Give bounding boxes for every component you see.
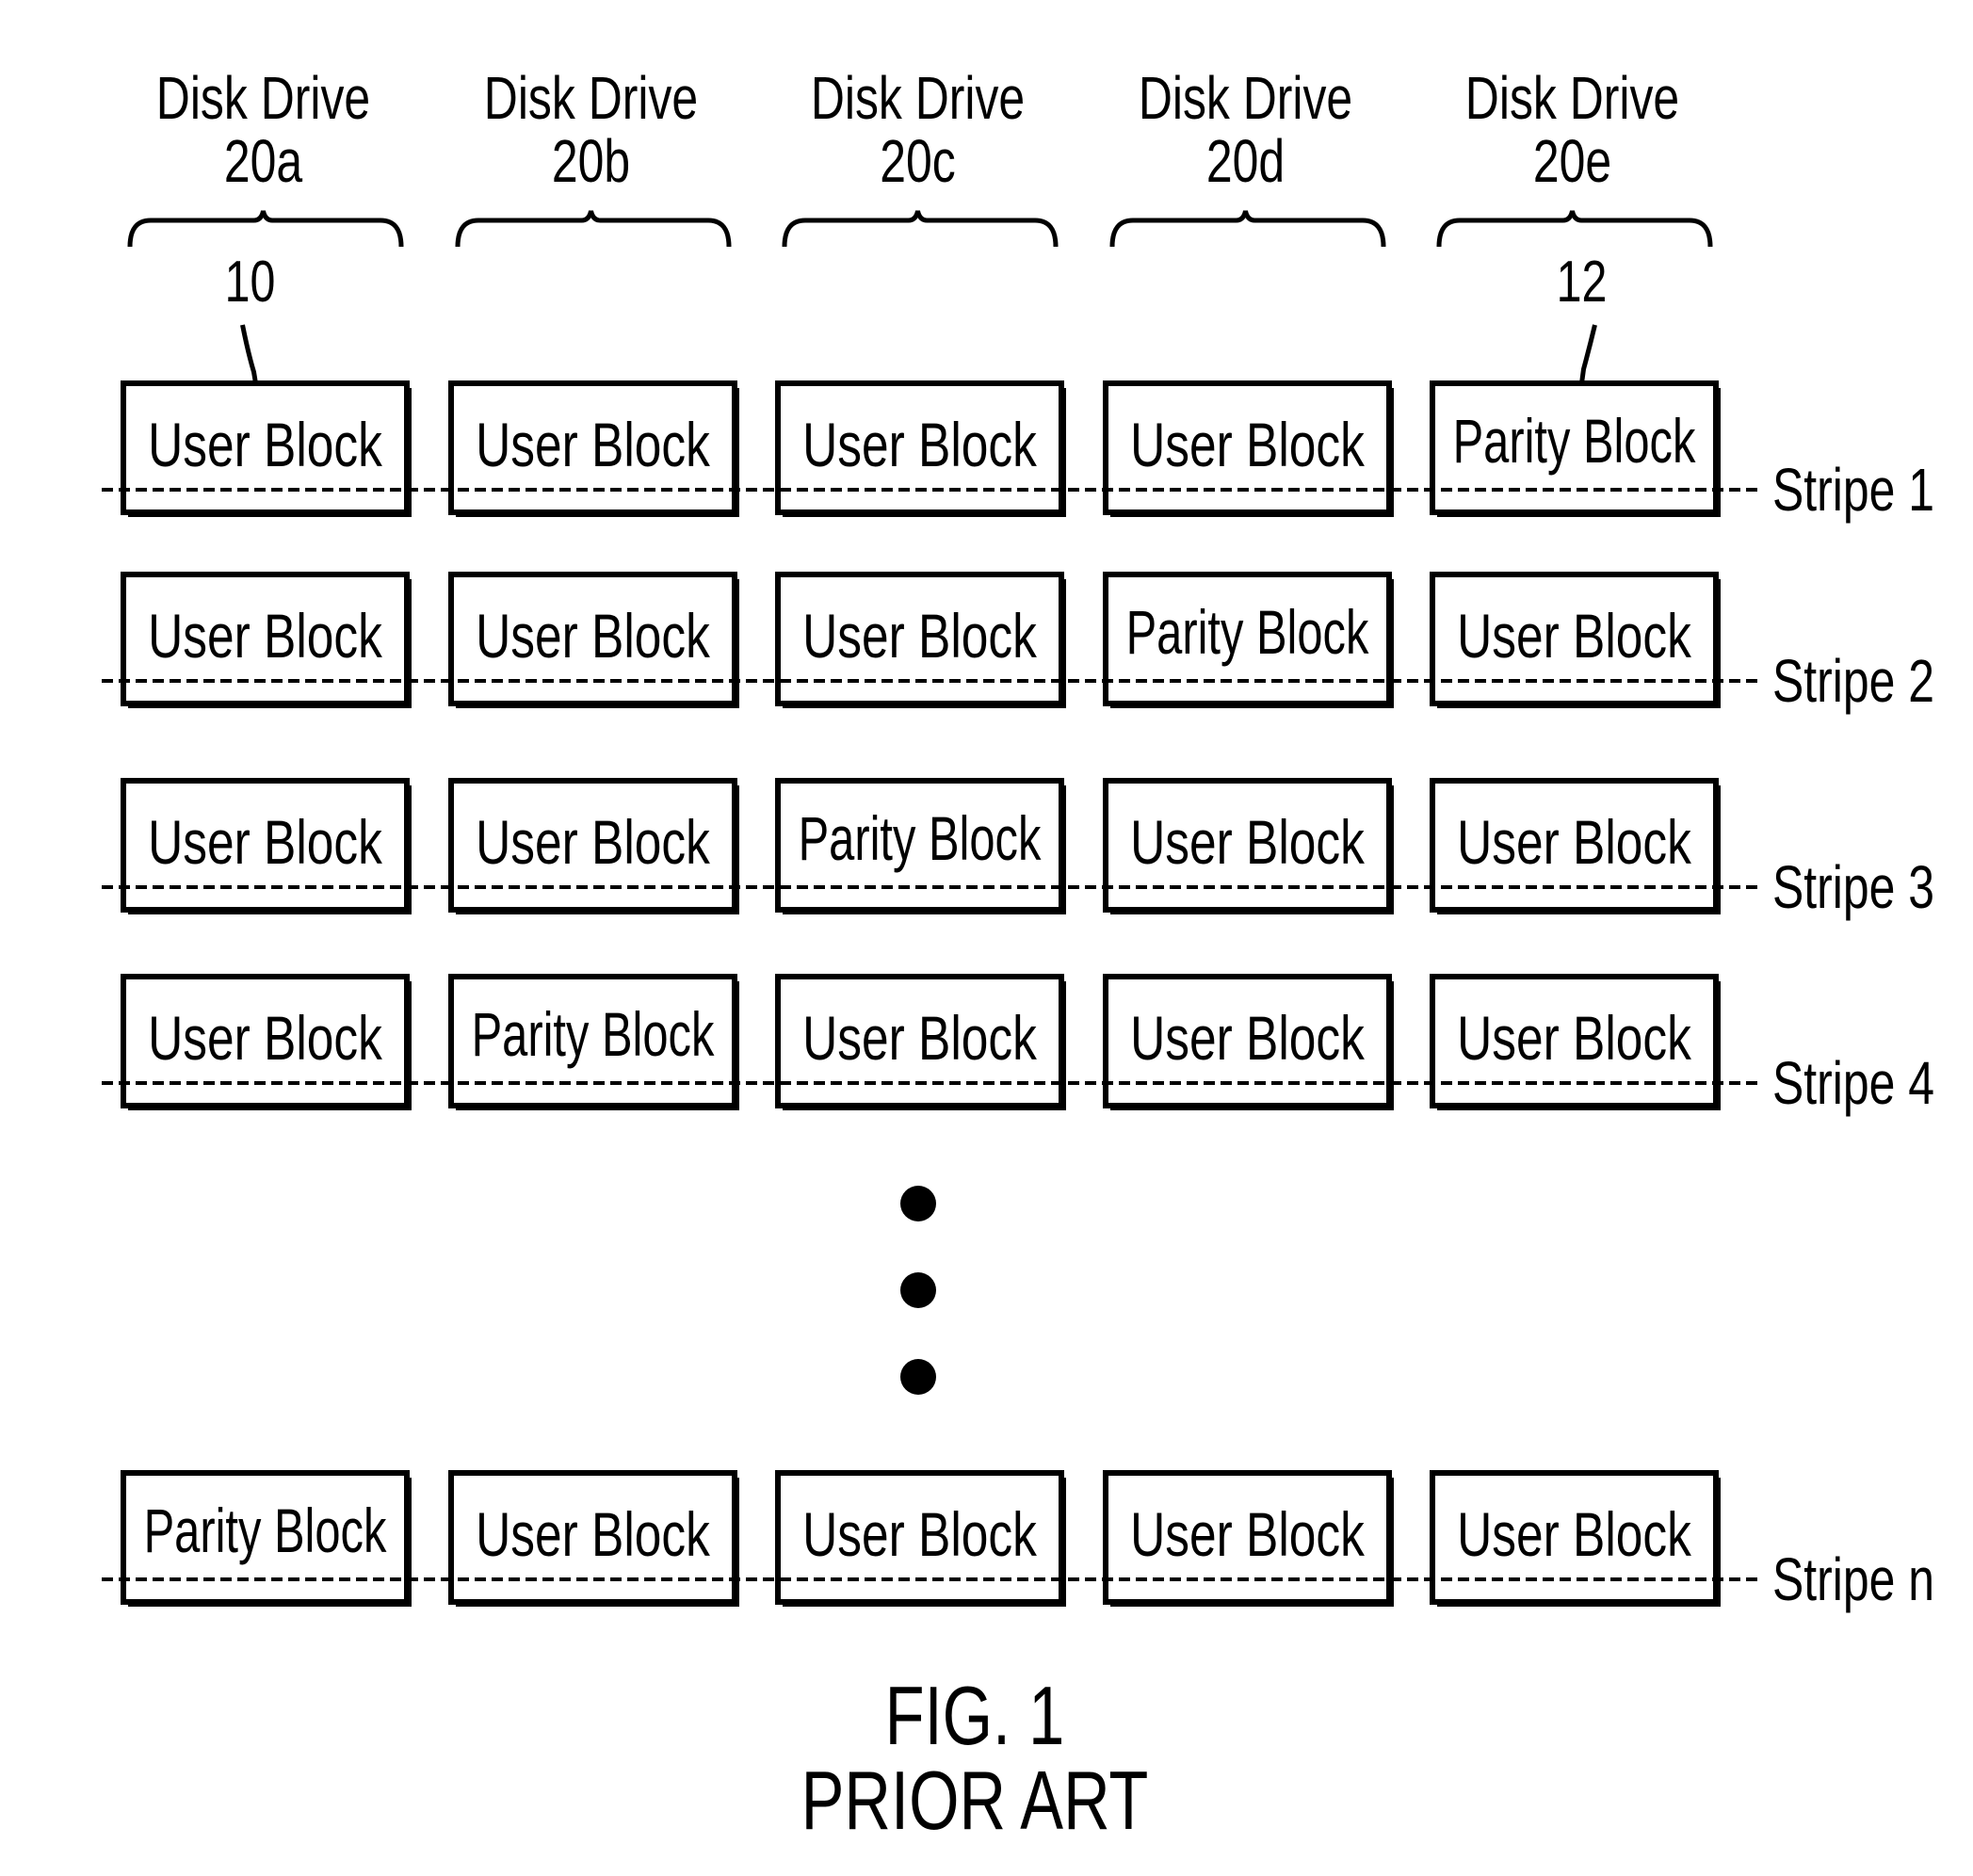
block-label: User Block — [802, 1003, 1037, 1074]
drive-header: Disk Drive20b — [455, 65, 732, 248]
leader-line — [240, 324, 258, 384]
block-label: User Block — [476, 1499, 710, 1570]
block-label: User Block — [1130, 410, 1365, 480]
stripe-label: Stripe n — [1772, 1546, 1934, 1613]
parity-block: Parity Block — [121, 1470, 412, 1607]
block-label: User Block — [1130, 1499, 1365, 1570]
drive-id: 20d — [1206, 128, 1285, 195]
block-label: User Block — [1130, 1003, 1365, 1074]
raid-stripe-diagram: Disk Drive20aDisk Drive20bDisk Drive20cD… — [102, 65, 1934, 1847]
drive-header: Disk Drive20e — [1436, 65, 1713, 248]
drive-label: Disk Drive — [1465, 65, 1679, 132]
user-block: User Block — [1103, 380, 1394, 517]
brace-icon — [782, 210, 1059, 248]
user-block: User Block — [775, 974, 1066, 1110]
block-label: User Block — [802, 410, 1037, 480]
stripe-row: User Block User Block Parity Block User Blo… — [102, 778, 1934, 921]
block-label: User Block — [802, 601, 1037, 671]
block-label: User Block — [1457, 1003, 1691, 1074]
reference-numeral: 12 — [1557, 249, 1608, 314]
drive-header: Disk Drive20d — [1109, 65, 1386, 248]
drive-id: 20e — [1533, 128, 1611, 195]
block-label: User Block — [476, 807, 710, 878]
user-block: User Block — [1430, 778, 1721, 914]
block-label: User Block — [148, 410, 382, 480]
stripe-label: Stripe 3 — [1772, 854, 1934, 921]
brace-icon — [1109, 210, 1386, 248]
user-block: User Block — [448, 778, 739, 914]
ellipsis-dot — [900, 1359, 936, 1395]
user-block: User Block — [448, 380, 739, 517]
stripe-row: User Block Parity Block User Block User Blo… — [102, 974, 1934, 1117]
user-block: User Block — [1430, 572, 1721, 708]
user-block: User Block — [121, 572, 412, 708]
parity-block: Parity Block — [1430, 380, 1721, 517]
figure-caption: FIG. 1 PRIOR ART — [801, 1670, 1149, 1847]
user-block: User Block — [1103, 974, 1394, 1110]
brace-icon — [1436, 210, 1713, 248]
drive-id: 20c — [880, 128, 955, 195]
user-block: User Block — [121, 380, 412, 517]
drive-id: 20b — [552, 128, 630, 195]
parity-block: Parity Block — [1103, 572, 1394, 708]
parity-block: Parity Block — [775, 778, 1066, 914]
block-label: Parity Block — [472, 1000, 716, 1070]
user-block: User Block — [1103, 778, 1394, 914]
drive-label: Disk Drive — [484, 65, 698, 132]
reference-numerals: 10 12 — [225, 249, 1608, 384]
stripe-row: User Block User Block User Block Parity Blo… — [102, 572, 1934, 715]
reference-numeral: 10 — [225, 249, 276, 314]
drive-label: Disk Drive — [1139, 65, 1352, 132]
block-label: Parity Block — [1453, 407, 1697, 477]
block-label: Parity Block — [799, 804, 1043, 874]
brace-icon — [455, 210, 732, 248]
user-block: User Block — [121, 778, 412, 914]
block-label: Parity Block — [144, 1496, 388, 1566]
stripe-row: User Block User Block User Block User Block… — [102, 380, 1934, 524]
user-block: User Block — [121, 974, 412, 1110]
stripe-label: Stripe 4 — [1772, 1050, 1934, 1117]
continuation-dots — [900, 1186, 936, 1395]
block-label: User Block — [1457, 807, 1691, 878]
user-block: User Block — [775, 572, 1066, 708]
figure-number: FIG. 1 — [885, 1670, 1065, 1762]
drive-headers: Disk Drive20aDisk Drive20bDisk Drive20cD… — [127, 65, 1713, 248]
block-label: User Block — [802, 1499, 1037, 1570]
figure-subtitle: PRIOR ART — [801, 1755, 1149, 1847]
block-label: User Block — [476, 410, 710, 480]
user-block: User Block — [775, 1470, 1066, 1607]
stripe-label: Stripe 1 — [1772, 457, 1934, 524]
ellipsis-dot — [900, 1186, 936, 1221]
stripe-label: Stripe 2 — [1772, 648, 1934, 715]
parity-block: Parity Block — [448, 974, 739, 1110]
block-label: User Block — [1457, 601, 1691, 671]
block-label: User Block — [148, 807, 382, 878]
block-label: Parity Block — [1126, 598, 1370, 668]
drive-label: Disk Drive — [156, 65, 370, 132]
block-label: User Block — [1130, 807, 1365, 878]
ellipsis-dot — [900, 1272, 936, 1308]
block-label: User Block — [148, 601, 382, 671]
stripes: User Block User Block User Block User Block… — [102, 380, 1934, 1613]
user-block: User Block — [448, 572, 739, 708]
drive-label: Disk Drive — [811, 65, 1025, 132]
block-label: User Block — [476, 601, 710, 671]
stripe-row: Parity Block User Block User Block User Blo… — [102, 1470, 1934, 1613]
leader-line — [1579, 324, 1597, 384]
block-label: User Block — [148, 1003, 382, 1074]
user-block: User Block — [1430, 974, 1721, 1110]
user-block: User Block — [1103, 1470, 1394, 1607]
user-block: User Block — [1430, 1470, 1721, 1607]
drive-id: 20a — [224, 128, 302, 195]
user-block: User Block — [775, 380, 1066, 517]
brace-icon — [127, 210, 404, 248]
block-label: User Block — [1457, 1499, 1691, 1570]
drive-header: Disk Drive20c — [782, 65, 1059, 248]
drive-header: Disk Drive20a — [127, 65, 404, 248]
user-block: User Block — [448, 1470, 739, 1607]
